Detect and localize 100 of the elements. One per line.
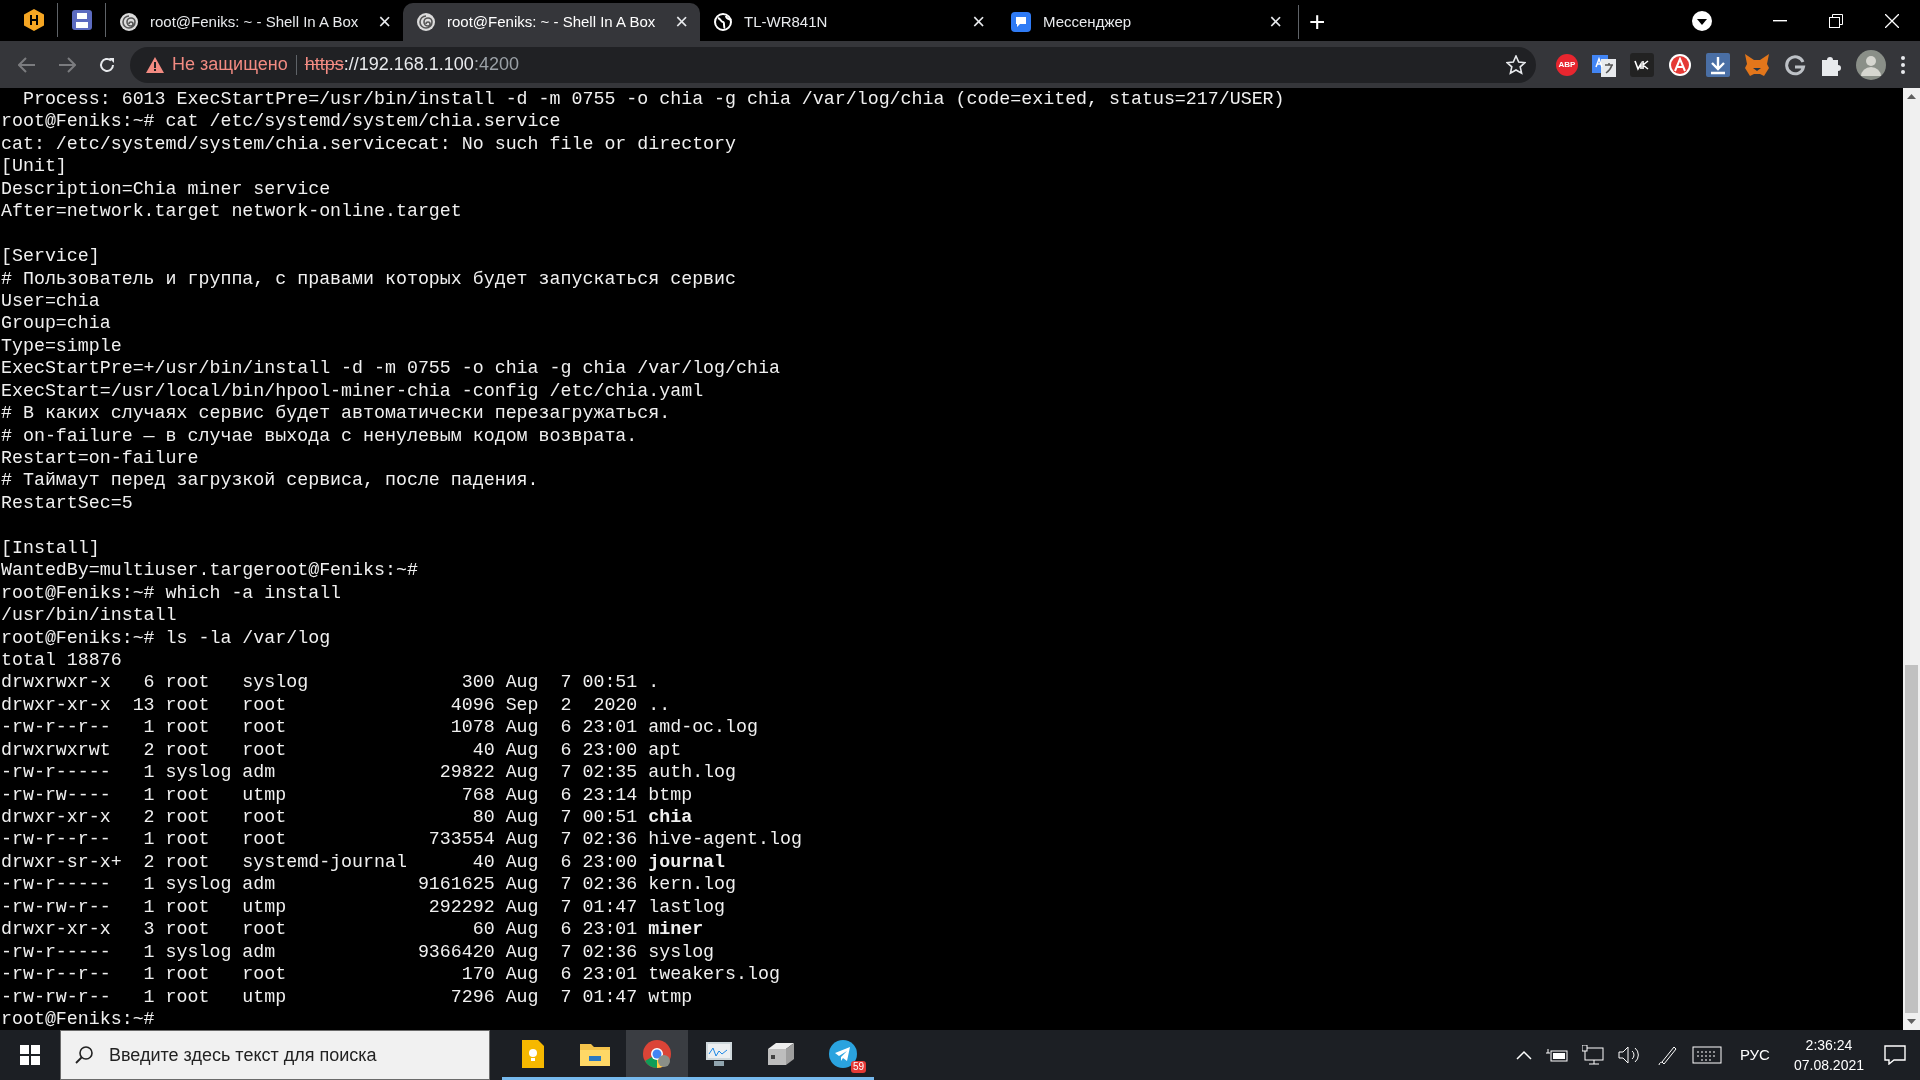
swirl-icon (417, 13, 435, 31)
folder-icon (580, 1041, 610, 1066)
adblock-extension-button[interactable]: ABP (1556, 53, 1578, 76)
browser-tab[interactable]: root@Feniks: ~ - Shell In A Box × (403, 3, 700, 41)
terminal-line: # Таймаут перед загрузкой сервиса, после падения. (1, 469, 540, 492)
terminal-line: drwxr-xr-x 3 root root 60 Aug 6 23:01 miner (1, 918, 705, 941)
terminal-line: root@Feniks:~# cat /etc/systemd/system/chia.service (1, 110, 562, 133)
terminal-line: # Пользователь и группа, с правами которых будет запускаться сервис (1, 267, 738, 290)
swirl-icon (120, 13, 138, 31)
back-icon (18, 56, 36, 73)
url-text: https://192.168.1.100:4200 (304, 53, 519, 76)
globe-icon (714, 13, 732, 31)
hexagon-icon (23, 9, 44, 31)
close-tab-button[interactable]: × (972, 11, 985, 33)
vk-extension-icon[interactable] (1630, 52, 1654, 77)
close-tab-button[interactable]: × (1269, 11, 1282, 33)
terminal-line: cat: /etc/systemd/system/chia.servicecat: No such file or directory (1, 132, 738, 156)
fox-extension-icon[interactable] (1744, 52, 1770, 77)
pen-icon[interactable] (1655, 1044, 1678, 1066)
terminal-line: -rw-r----- 1 syslog adm 9161625 Aug 7 02:36 kern.log (1, 873, 738, 896)
terminal-line: Type=simple (1, 334, 123, 358)
drive-icon (766, 1040, 796, 1067)
terminal-line: After=network.target network-online.target (1, 200, 463, 223)
tab-title: TL-WR841N (744, 11, 829, 32)
terminal-line: root@Feniks:~# ls -la /var/log (1, 626, 332, 649)
terminal-line: WantedBy=multiuser.targeroot@Feniks:~# (1, 559, 419, 582)
terminal-line: -rw-rw-r-- 1 root utmp 7296 Aug 7 01:47 wtmp (1, 985, 694, 1008)
address-bar[interactable]: Не защищено https://192.168.1.100:4200 (130, 46, 1536, 83)
terminal-line: ExecStart=/usr/local/bin/hpool-miner-chia -config /etc/chia.yaml (1, 379, 705, 403)
restore-icon (1829, 13, 1843, 28)
dropdown-circle-icon[interactable] (1692, 11, 1712, 31)
browser-tab[interactable]: root@Feniks: ~ - Shell In A Box × (106, 3, 403, 41)
terminal-line: Process: 6013 ExecStartPre=/usr/bin/install -d -m 0755 -o chia -g chia /var/log/chia (code=exited, status=217/USER) (21, 88, 1286, 111)
chrome-icon (642, 1038, 672, 1069)
terminal-line: -rw-rw---- 1 root utmp 768 Aug 6 23:14 btmp (1, 783, 694, 806)
menu-icon[interactable] (1900, 54, 1906, 75)
profile-avatar-icon[interactable] (1856, 49, 1886, 80)
minimize-icon (1773, 19, 1787, 22)
lightbulb-note-icon (522, 1039, 544, 1068)
terminal-line: # on-failure — в случае выхода с ненулевым кодом возврата. (1, 424, 639, 447)
network-icon[interactable] (1581, 1045, 1604, 1065)
close-tab-button[interactable]: × (675, 11, 688, 33)
terminal-line: -rw-r--r-- 1 root root 733554 Aug 7 02:36 hive-agent.log (1, 828, 803, 851)
terminal-line: [Install] (1, 536, 101, 560)
taskbar-app-button[interactable]: 59 (812, 1030, 874, 1080)
browser-tab[interactable]: Мессенджер × (997, 3, 1294, 41)
language-indicator[interactable]: РУС (1735, 1043, 1774, 1067)
terminal-line: User=chia (1, 289, 101, 313)
terminal-line: # В каких случаях сервис будет автоматически перезагружаться. (1, 402, 672, 425)
chat-bubble-icon (1011, 12, 1031, 32)
keyboard-icon[interactable] (1691, 1046, 1722, 1064)
terminal-line: root@Feniks:~# (1, 1007, 156, 1030)
terminal-line: drwxr-xr-x 13 root root 4096 Sep 2 2020 .. (1, 693, 672, 717)
terminal-line: drwxrwxrwt 2 root root 40 Aug 6 23:00 apt (1, 738, 683, 762)
scroll-thumb[interactable] (1905, 665, 1918, 1013)
search-icon (74, 1045, 94, 1065)
unread-count-badge: 59 (850, 1061, 866, 1073)
windows-icon (20, 1045, 40, 1065)
terminal-line: RestartSec=5 (1, 491, 134, 515)
terminal-line: [Unit] (1, 155, 68, 178)
close-icon (1885, 13, 1899, 28)
terminal-line: drwxr-xr-x 2 root root 80 Aug 7 00:51 chia (1, 806, 694, 829)
tab-title: Мессенджер (1043, 11, 1133, 32)
reload-icon (98, 55, 116, 74)
chevron-up-icon[interactable] (1515, 1050, 1532, 1060)
terminal-line: Group=chia (1, 312, 112, 335)
terminal-line: Restart=on-failure (1, 447, 200, 470)
tab-title: root@Feniks: ~ - Shell In A Box (150, 11, 360, 32)
battery-plug-icon[interactable] (1545, 1047, 1568, 1063)
forward-icon (58, 56, 76, 73)
terminal-line: -rw-r----- 1 syslog adm 9366420 Aug 7 02:36 syslog (1, 940, 716, 964)
translate-extension-icon[interactable] (1592, 52, 1616, 77)
terminal-line: total 18876 (1, 648, 123, 672)
terminal-line: drwxr-sr-x+ 2 root systemd-journal 40 Aug 6 23:00 journal (1, 850, 727, 874)
notification-icon[interactable] (1884, 1045, 1906, 1065)
close-tab-button[interactable]: × (378, 11, 391, 33)
terminal-line: root@Feniks:~# which -a install (1, 581, 343, 605)
volume-icon[interactable] (1617, 1045, 1642, 1065)
terminal-line: -rw-rw-r-- 1 root utmp 292292 Aug 7 01:47 lastlog (1, 895, 727, 919)
clock[interactable]: 2:36:24 07.08.2021 (1787, 1035, 1870, 1075)
warning-icon (146, 56, 164, 73)
terminal-line: drwxrwxr-x 6 root syslog 300 Aug 7 00:51 . (1, 671, 661, 694)
browser-tab[interactable]: TL-WR841N × (700, 3, 997, 41)
terminal-line: Description=Chia miner service (1, 177, 332, 201)
new-tab-button[interactable]: + (1298, 5, 1336, 39)
terminal-line: [Service] (1, 245, 101, 268)
security-label: Не защищено (172, 53, 288, 76)
terminal-line: /usr/bin/install (1, 604, 178, 627)
terminal-line: ExecStartPre=+/usr/bin/install -d -m 0755 -o chia -g chia /var/log/chia (1, 357, 781, 380)
terminal-line: -rw-r--r-- 1 root root 170 Aug 6 23:01 tweakers.log (1, 963, 781, 986)
terminal-line: -rw-r--r-- 1 root root 1078 Aug 6 23:01 amd-oc.log (1, 716, 759, 739)
g-extension-icon[interactable] (1784, 53, 1806, 76)
letter-a-extension-icon[interactable] (1668, 52, 1692, 77)
star-icon[interactable] (1506, 54, 1526, 75)
tab-title: root@Feniks: ~ - Shell In A Box (447, 11, 657, 32)
terminal-line: -rw-r----- 1 syslog adm 29822 Aug 7 02:35 auth.log (1, 761, 738, 784)
scrollbar[interactable] (1903, 88, 1920, 1030)
monitor-icon (704, 1040, 734, 1067)
taskbar-search-field[interactable]: Введите здесь текст для поиска (60, 1030, 490, 1080)
download-extension-icon[interactable] (1706, 52, 1730, 77)
